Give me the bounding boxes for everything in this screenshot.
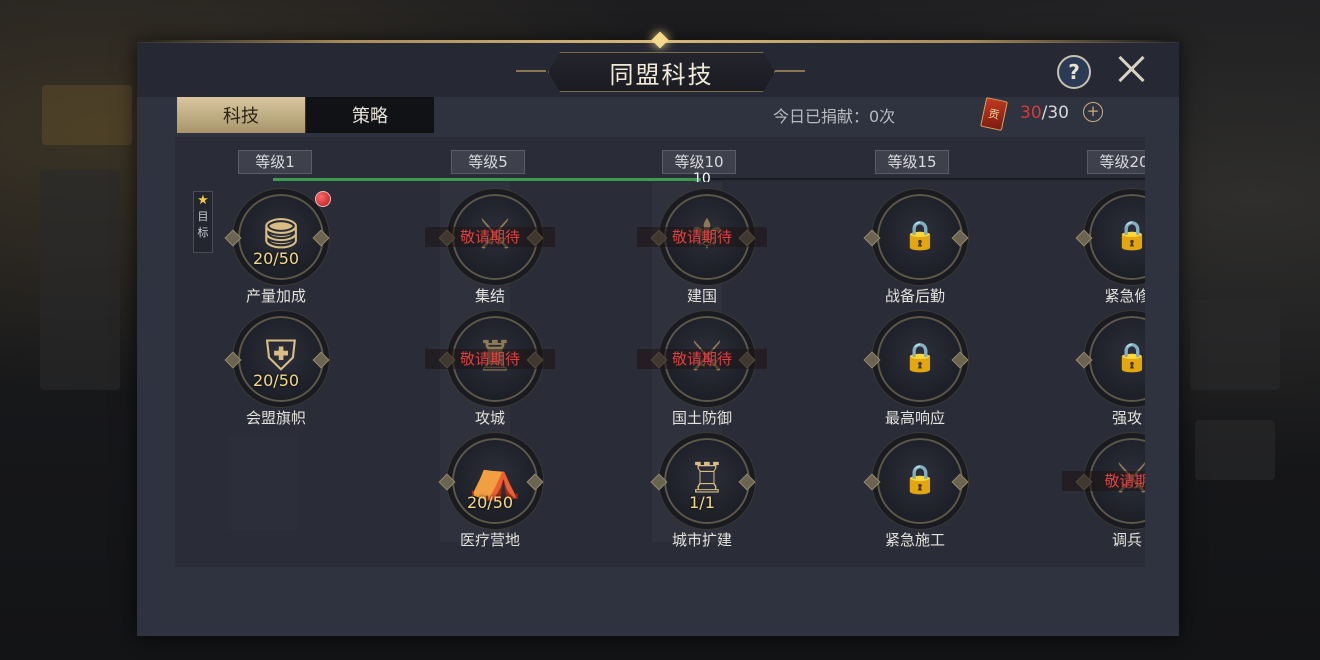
bg-blur bbox=[1195, 420, 1275, 480]
tech-tree: 等级1 等级5 等级10 等级15 等级20 10 ★ 目 标 ⛃ 20/50 … bbox=[175, 137, 1145, 567]
donation-count: 30/30 bbox=[1020, 103, 1069, 123]
node-name: 医疗营地 bbox=[459, 531, 520, 549]
title-ornament-left bbox=[516, 70, 546, 72]
level-label: 等级5 bbox=[451, 150, 525, 174]
tech-node-rally[interactable]: ⚔ 敬请期待 集结 bbox=[425, 189, 555, 309]
coming-soon-label: 敬请期待 bbox=[425, 227, 555, 247]
node-name: 调兵 bbox=[1111, 531, 1142, 549]
add-donation-button[interactable]: + bbox=[1083, 102, 1103, 122]
node-progress: 20/50 bbox=[252, 371, 300, 390]
tech-node-alliance-banner[interactable]: ⛨ 20/50 会盟旗帜 bbox=[211, 311, 341, 431]
node-progress: 1/1 bbox=[689, 493, 715, 512]
tech-node-territory-defense[interactable]: ⚔ 敬请期待 国土防御 bbox=[637, 311, 767, 431]
node-name: 国土防御 bbox=[671, 409, 732, 427]
tab-tech[interactable]: 科技 bbox=[177, 97, 305, 133]
target-label: 标 bbox=[197, 226, 209, 239]
tech-node-production-boost[interactable]: ⛃ 20/50 产量加成 bbox=[211, 189, 341, 309]
node-name: 最高响应 bbox=[884, 409, 945, 427]
page-title: 同盟科技 bbox=[548, 52, 775, 92]
coming-soon-label: 敬请期待 bbox=[425, 349, 555, 369]
tab-strategy[interactable]: 策略 bbox=[306, 97, 434, 133]
donation-current: 30 bbox=[1020, 103, 1042, 123]
node-name: 城市扩建 bbox=[671, 531, 732, 549]
tech-node-max-response[interactable]: 🔒 最高响应 bbox=[850, 311, 980, 431]
target-badge[interactable]: ★ 目 标 bbox=[193, 191, 213, 253]
tech-node-city-expansion[interactable]: ♖ 1/1 城市扩建 bbox=[637, 433, 767, 553]
node-name: 攻城 bbox=[474, 409, 505, 427]
lock-icon: 🔒 bbox=[902, 218, 938, 252]
donation-status: 今日已捐献：0次 bbox=[773, 107, 896, 126]
level-progress-bar bbox=[273, 178, 701, 181]
node-name: 战备后勤 bbox=[884, 287, 945, 305]
coming-soon-label: 敬请期待 bbox=[637, 349, 767, 369]
level-label: 等级15 bbox=[875, 150, 949, 174]
star-icon: ★ bbox=[197, 193, 209, 208]
donation-max: /30 bbox=[1041, 103, 1069, 123]
tech-node-troop-dispatch[interactable]: ⚔ 敬请期 调兵 bbox=[1062, 433, 1145, 553]
lock-icon: 🔒 bbox=[1114, 340, 1145, 374]
level-label: 等级20 bbox=[1087, 150, 1145, 174]
node-name: 产量加成 bbox=[245, 287, 306, 305]
tech-node-found-nation[interactable]: ⚜ 敬请期待 建国 bbox=[637, 189, 767, 309]
level-label: 等级1 bbox=[238, 150, 312, 174]
tech-node-medical-camp[interactable]: ⛺ 20/50 医疗营地 bbox=[425, 433, 555, 553]
tech-node-assault[interactable]: 🔒 强攻 bbox=[1062, 311, 1145, 431]
tech-node-emergency-build[interactable]: 🔒 紧急施工 bbox=[850, 433, 980, 553]
coming-soon-label: 敬请期 bbox=[1062, 471, 1145, 491]
node-name: 建国 bbox=[686, 287, 717, 305]
title-ornament-right bbox=[775, 70, 805, 72]
node-name: 会盟旗帜 bbox=[245, 409, 306, 427]
node-name: 集结 bbox=[474, 287, 505, 305]
node-ring: 🔒 bbox=[1084, 311, 1145, 407]
node-progress: 20/50 bbox=[466, 493, 514, 512]
lock-icon: 🔒 bbox=[902, 462, 938, 496]
lock-icon: 🔒 bbox=[1114, 218, 1145, 252]
tech-node-logistics[interactable]: 🔒 战备后勤 bbox=[850, 189, 980, 309]
column-bg bbox=[228, 435, 298, 530]
help-button[interactable]: ? bbox=[1057, 55, 1091, 89]
bg-blur bbox=[1190, 300, 1280, 390]
tech-node-emergency-repair[interactable]: 🔒 紧急修 bbox=[1062, 189, 1145, 309]
node-name: 强攻 bbox=[1111, 409, 1142, 427]
lock-icon: 🔒 bbox=[902, 340, 938, 374]
node-ring: 🔒 bbox=[1084, 189, 1145, 285]
notification-dot bbox=[315, 191, 331, 207]
node-name: 紧急施工 bbox=[884, 531, 945, 549]
bg-blur bbox=[42, 85, 132, 145]
tech-node-siege[interactable]: ♜ 敬请期待 攻城 bbox=[425, 311, 555, 431]
coming-soon-label: 敬请期待 bbox=[637, 227, 767, 247]
bg-blur bbox=[40, 170, 120, 390]
node-progress: 20/50 bbox=[252, 249, 300, 268]
node-name: 紧急修 bbox=[1104, 287, 1145, 305]
close-icon[interactable] bbox=[1114, 52, 1148, 86]
target-label: 目 bbox=[197, 210, 209, 223]
